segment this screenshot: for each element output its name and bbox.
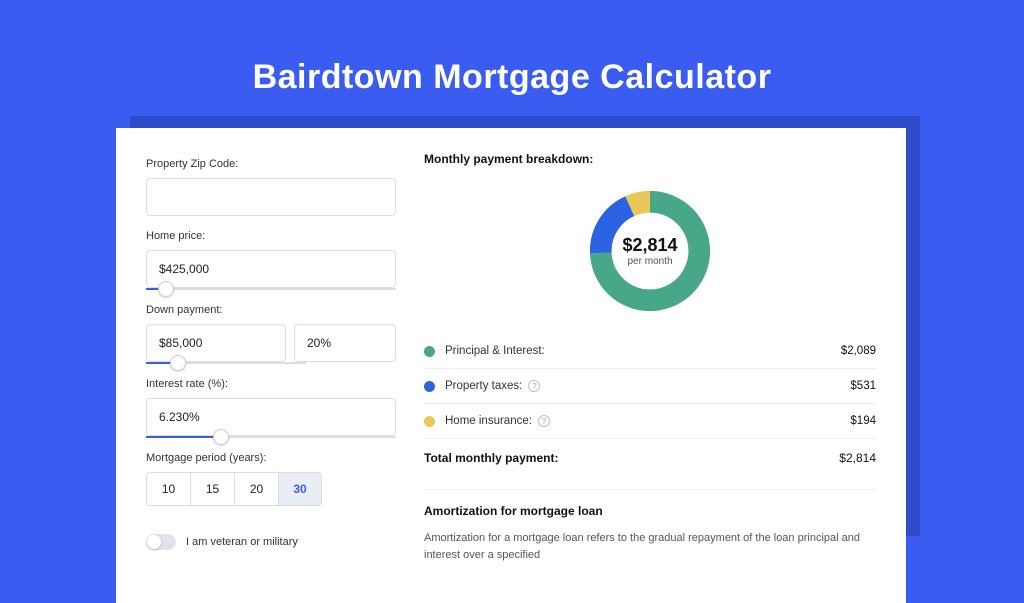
legend-row: Principal & Interest:$2,089: [424, 334, 876, 369]
amortization-text: Amortization for a mortgage loan refers …: [424, 530, 876, 563]
veteran-toggle[interactable]: [146, 534, 176, 550]
zip-input[interactable]: [146, 178, 396, 216]
home-price-input[interactable]: [146, 250, 396, 288]
interest-slider[interactable]: [146, 436, 396, 438]
legend-label: Home insurance:?: [445, 415, 850, 427]
divider: [424, 489, 876, 490]
down-payment-input[interactable]: [146, 324, 286, 362]
info-icon[interactable]: ?: [538, 415, 550, 427]
period-button-30[interactable]: 30: [278, 472, 322, 506]
interest-input[interactable]: [146, 398, 396, 436]
period-label: Mortgage period (years):: [146, 452, 396, 464]
legend-label: Property taxes:?: [445, 380, 850, 392]
interest-label: Interest rate (%):: [146, 378, 396, 390]
breakdown-title: Monthly payment breakdown:: [424, 152, 876, 180]
total-value: $2,814: [839, 451, 876, 465]
slider-thumb[interactable]: [158, 281, 174, 297]
donut-amount: $2,814: [622, 235, 677, 256]
swatch-icon: [424, 416, 435, 427]
calculator-card: Property Zip Code: Home price: Down paym…: [116, 128, 906, 603]
toggle-knob: [147, 535, 161, 549]
swatch-icon: [424, 346, 435, 357]
period-button-15[interactable]: 15: [190, 472, 234, 506]
period-buttons: 10152030: [146, 472, 396, 506]
period-button-20[interactable]: 20: [234, 472, 278, 506]
legend-row: Property taxes:?$531: [424, 369, 876, 404]
slider-thumb[interactable]: [213, 429, 229, 445]
inputs-column: Property Zip Code: Home price: Down paym…: [146, 152, 396, 563]
home-price-slider[interactable]: [146, 288, 396, 290]
donut-sublabel: per month: [627, 256, 672, 267]
total-label: Total monthly payment:: [424, 451, 839, 465]
legend-value: $194: [850, 415, 876, 427]
veteran-label: I am veteran or military: [186, 536, 298, 548]
period-button-10[interactable]: 10: [146, 472, 190, 506]
slider-thumb[interactable]: [170, 355, 186, 371]
page-title: Bairdtown Mortgage Calculator: [0, 0, 1024, 117]
home-price-label: Home price:: [146, 230, 396, 242]
down-payment-label: Down payment:: [146, 304, 396, 316]
zip-label: Property Zip Code:: [146, 158, 396, 170]
donut-chart: $2,814 per month: [585, 186, 715, 316]
legend-row: Home insurance:?$194: [424, 404, 876, 439]
info-icon[interactable]: ?: [528, 380, 540, 392]
down-payment-pct-input[interactable]: [294, 324, 396, 362]
amortization-title: Amortization for mortgage loan: [424, 504, 876, 518]
legend-label: Principal & Interest:: [445, 345, 841, 357]
breakdown-column: Monthly payment breakdown: $2,814 per mo…: [424, 152, 876, 563]
down-payment-slider[interactable]: [146, 362, 306, 364]
swatch-icon: [424, 381, 435, 392]
legend-value: $2,089: [841, 345, 876, 357]
slider-fill: [146, 436, 221, 438]
legend-value: $531: [850, 380, 876, 392]
